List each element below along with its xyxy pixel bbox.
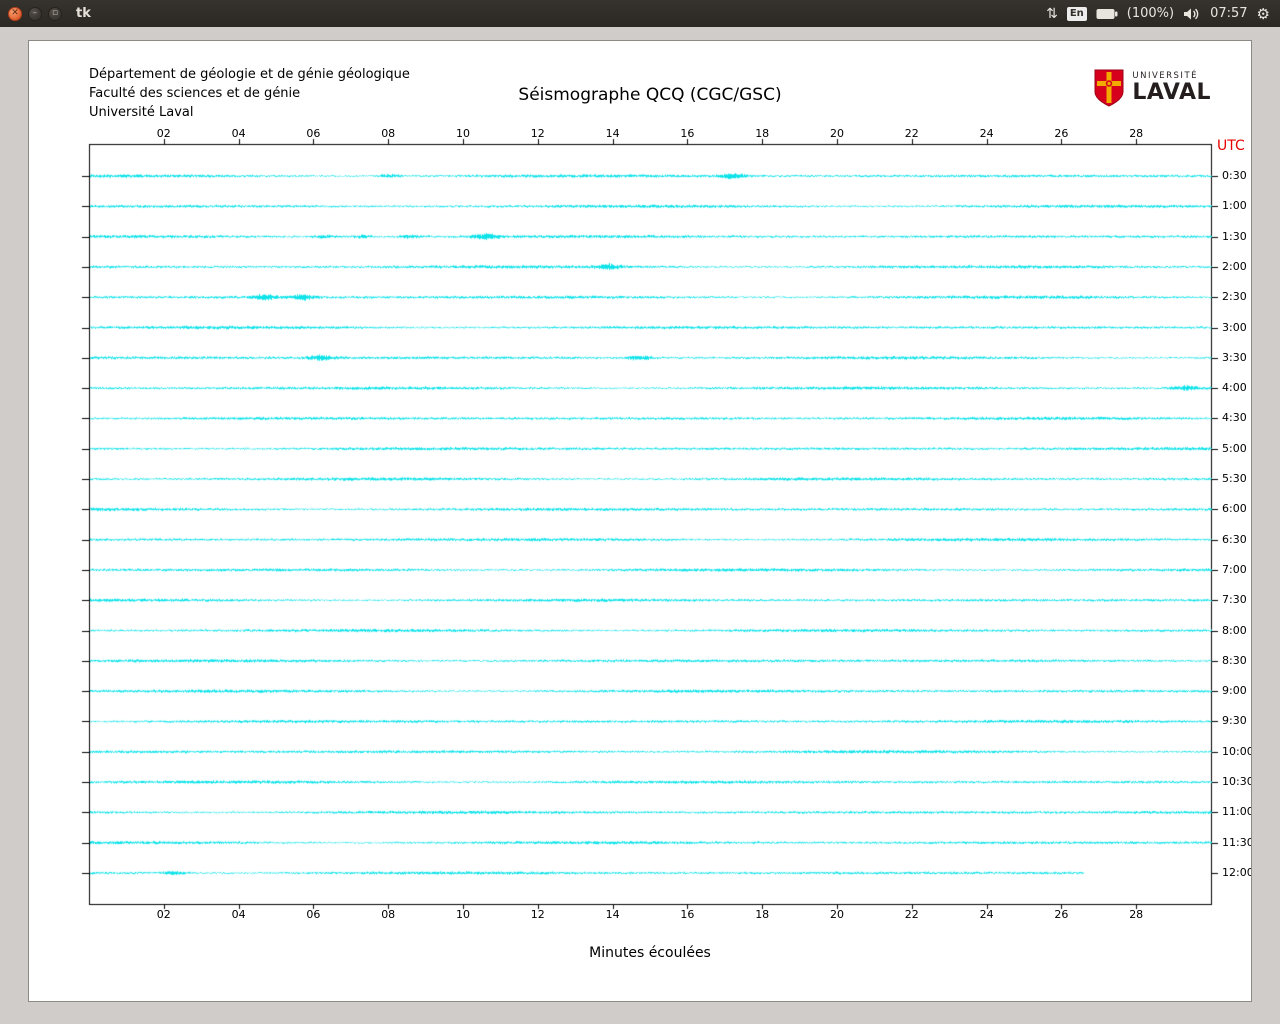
window-title: tk: [76, 6, 91, 21]
battery-icon[interactable]: [1096, 8, 1118, 20]
x-tick-label: 14: [606, 908, 620, 921]
utc-time-label: 3:00: [1222, 321, 1247, 334]
utc-time-label: 1:30: [1222, 230, 1247, 243]
x-tick-label: 26: [1054, 908, 1068, 921]
x-tick-label: 22: [905, 908, 919, 921]
x-tick-label: 12: [531, 908, 545, 921]
utc-time-label: 3:30: [1222, 351, 1247, 364]
utc-time-label: 5:00: [1222, 442, 1247, 455]
laval-wordmark: UNIVERSITÉ LAVAL: [1132, 72, 1211, 105]
utc-time-label: 8:00: [1222, 624, 1247, 637]
x-tick-label: 28: [1129, 127, 1143, 140]
utc-time-label: 6:00: [1222, 502, 1247, 515]
x-tick-label: 20: [830, 908, 844, 921]
utc-axis-label: UTC: [1217, 138, 1245, 154]
x-tick-label: 18: [755, 127, 769, 140]
x-tick-label: 10: [456, 908, 470, 921]
maximize-button[interactable]: ▫: [48, 7, 62, 21]
chart-title: Séismographe QCQ (CGC/GSC): [518, 85, 781, 105]
utc-time-label: 11:30: [1222, 836, 1252, 849]
x-tick-label: 04: [232, 127, 246, 140]
volume-icon[interactable]: [1183, 7, 1201, 21]
x-tick-label: 24: [980, 908, 994, 921]
close-button[interactable]: ✕: [8, 7, 22, 21]
x-axis-title: Minutes écoulées: [589, 945, 711, 961]
institution-line-3: Université Laval: [89, 103, 410, 122]
x-tick-label: 12: [531, 127, 545, 140]
x-tick-label: 08: [381, 127, 395, 140]
settings-gear-icon[interactable]: ⚙: [1257, 5, 1270, 23]
minimize-button[interactable]: –: [28, 7, 42, 21]
laval-shield-icon: [1093, 69, 1125, 107]
x-tick-label: 20: [830, 127, 844, 140]
utc-time-label: 8:30: [1222, 654, 1247, 667]
utc-time-label: 10:00: [1222, 745, 1252, 758]
utc-time-label: 2:00: [1222, 260, 1247, 273]
network-arrows-icon[interactable]: ⇅: [1046, 6, 1058, 22]
utc-time-label: 7:30: [1222, 593, 1247, 606]
x-tick-label: 14: [606, 127, 620, 140]
x-tick-label: 02: [157, 908, 171, 921]
institution-line-1: Département de géologie et de génie géol…: [89, 65, 410, 84]
x-tick-label: 04: [232, 908, 246, 921]
utc-time-label: 1:00: [1222, 199, 1247, 212]
utc-time-label: 9:00: [1222, 684, 1247, 697]
window-controls: ✕ – ▫: [0, 7, 62, 21]
utc-time-label: 5:30: [1222, 472, 1247, 485]
utc-time-label: 10:30: [1222, 775, 1252, 788]
x-tick-label: 16: [680, 127, 694, 140]
institution-block: Département de géologie et de génie géol…: [89, 65, 410, 122]
clock[interactable]: 07:57: [1210, 6, 1247, 21]
utc-time-label: 12:00: [1222, 866, 1252, 879]
universite-laval-logo: UNIVERSITÉ LAVAL: [1093, 69, 1211, 107]
x-tick-label: 22: [905, 127, 919, 140]
utc-time-label: 9:30: [1222, 714, 1247, 727]
x-tick-label: 18: [755, 908, 769, 921]
x-tick-label: 06: [306, 127, 320, 140]
utc-time-label: 4:30: [1222, 411, 1247, 424]
utc-time-label: 4:00: [1222, 381, 1247, 394]
seismograph-canvas: [29, 41, 1252, 1002]
system-tray: ⇅ En (100%) 07:57 ⚙: [1046, 5, 1280, 23]
x-tick-label: 02: [157, 127, 171, 140]
utc-time-label: 11:00: [1222, 805, 1252, 818]
utc-time-label: 7:00: [1222, 563, 1247, 576]
x-tick-label: 06: [306, 908, 320, 921]
utc-time-label: 6:30: [1222, 533, 1247, 546]
logo-universite-text: UNIVERSITÉ: [1132, 72, 1211, 81]
seismograph-panel: Département de géologie et de génie géol…: [28, 40, 1252, 1002]
utc-time-label: 2:30: [1222, 290, 1247, 303]
app-window-background: Département de géologie et de génie géol…: [0, 27, 1280, 1024]
battery-percent-label: (100%): [1127, 6, 1174, 21]
x-tick-label: 26: [1054, 127, 1068, 140]
x-tick-label: 28: [1129, 908, 1143, 921]
x-tick-label: 16: [680, 908, 694, 921]
x-tick-label: 10: [456, 127, 470, 140]
institution-line-2: Faculté des sciences et de génie: [89, 84, 410, 103]
x-tick-label: 24: [980, 127, 994, 140]
keyboard-layout-indicator[interactable]: En: [1067, 7, 1087, 21]
x-tick-label: 08: [381, 908, 395, 921]
logo-laval-text: LAVAL: [1132, 82, 1211, 104]
titlebar: ✕ – ▫ tk ⇅ En (100%) 07:57 ⚙: [0, 0, 1280, 27]
utc-time-label: 0:30: [1222, 169, 1247, 182]
